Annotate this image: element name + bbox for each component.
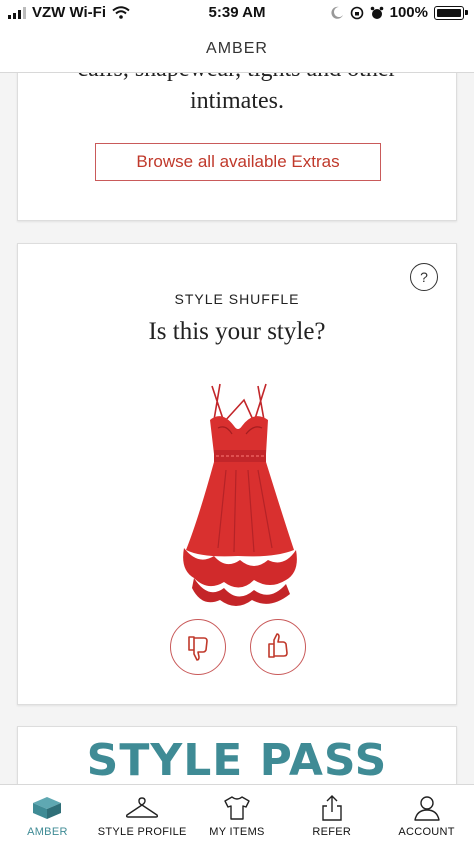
orientation-lock-icon [350, 6, 363, 19]
extras-description: calfs, shapewear, tights and other intim… [18, 72, 456, 117]
status-bar: VZW Wi-Fi 5:39 AM 100% [0, 0, 474, 26]
tab-label: MY ITEMS [209, 826, 265, 838]
battery-percent: 100% [389, 4, 428, 21]
tab-my-items[interactable]: MY ITEMS [190, 785, 285, 843]
share-icon [319, 794, 345, 822]
main-content[interactable]: calfs, shapewear, tights and other intim… [0, 72, 474, 784]
extras-text-line2: intimates. [190, 88, 284, 114]
style-pass-title: STYLE PASS [86, 735, 388, 784]
box-icon [30, 794, 64, 822]
style-pass-card[interactable]: STYLE PASS [17, 726, 457, 784]
page-title: AMBER [206, 40, 268, 57]
browse-extras-button[interactable]: Browse all available Extras [95, 143, 381, 181]
tab-amber[interactable]: AMBER [0, 785, 95, 843]
battery-icon [434, 5, 468, 20]
app-header: AMBER [0, 26, 474, 73]
tab-style-profile[interactable]: STYLE PROFILE [95, 785, 190, 843]
person-icon [412, 794, 442, 822]
thumbs-up-icon [268, 633, 288, 658]
alarm-icon [370, 6, 383, 19]
thumbs-down-button[interactable] [170, 619, 226, 675]
extras-card: calfs, shapewear, tights and other intim… [17, 72, 457, 221]
tab-account[interactable]: ACCOUNT [379, 785, 474, 843]
red-dress-image [183, 383, 297, 606]
tab-label: REFER [312, 826, 352, 838]
extras-text-line1: calfs, shapewear, tights and other [18, 72, 456, 85]
style-question: Is this your style? [148, 318, 326, 345]
style-shuffle-card: ? STYLE SHUFFLE Is this your style? [17, 243, 457, 705]
thumbs-down-icon [188, 636, 208, 661]
shirt-icon [222, 794, 252, 822]
tab-bar: AMBER STYLE PROFILE MY ITEMS REFER ACCOU… [0, 784, 474, 843]
status-right: 100% [331, 4, 468, 21]
moon-icon [331, 6, 343, 19]
style-shuffle-heading: STYLE SHUFFLE [174, 291, 300, 307]
tab-label: AMBER [27, 826, 68, 838]
tab-label: STYLE PROFILE [97, 826, 187, 838]
help-button[interactable]: ? [410, 263, 438, 291]
tab-label: ACCOUNT [398, 826, 455, 838]
thumbs-up-button[interactable] [250, 619, 306, 675]
hanger-icon [125, 794, 159, 822]
tab-refer[interactable]: REFER [284, 785, 379, 843]
